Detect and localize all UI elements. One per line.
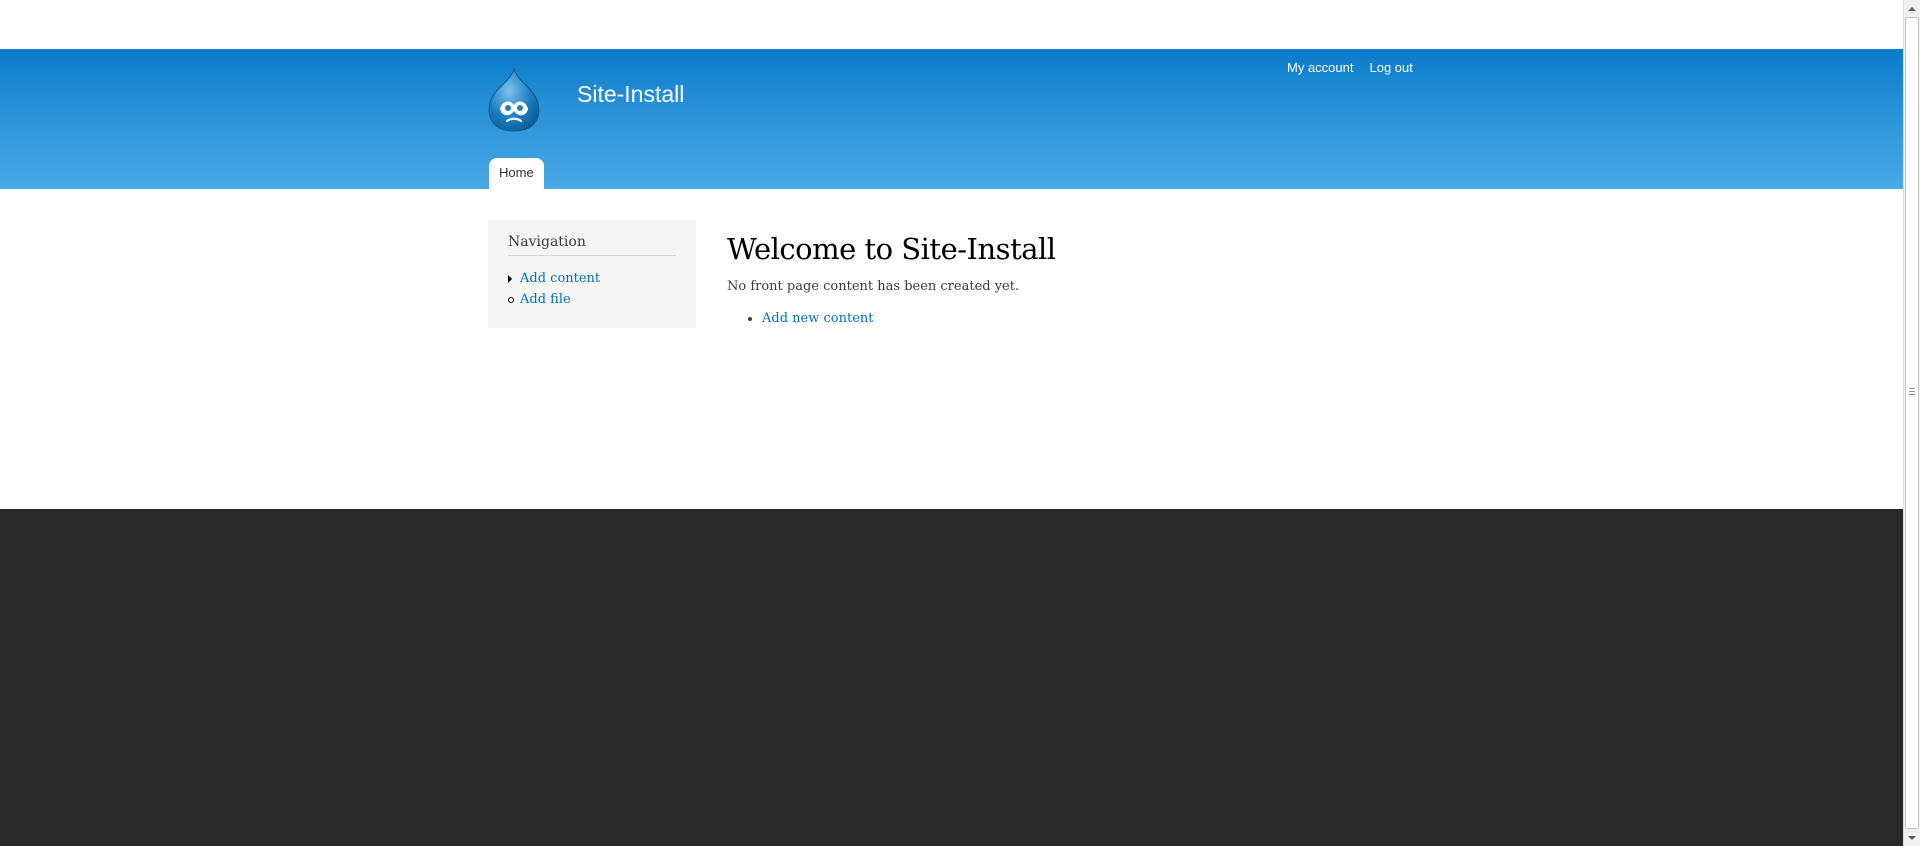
site-header: [0, 49, 1903, 189]
vertical-scrollbar[interactable]: [1903, 0, 1920, 846]
navigation-block: Navigation Add content Add file: [488, 220, 696, 328]
top-strip: [0, 0, 1903, 49]
navigation-menu: Add content Add file: [508, 268, 676, 310]
add-new-content-link[interactable]: Add new content: [762, 311, 873, 326]
navigation-block-title: Navigation: [508, 234, 676, 256]
main-content: Welcome to Site-Install No front page co…: [727, 232, 1427, 326]
scrollbar-thumb[interactable]: [1905, 17, 1919, 829]
grip-icon: [1909, 388, 1915, 397]
add-content-link[interactable]: Add content: [520, 271, 600, 286]
content-links-list: Add new content: [727, 311, 1427, 326]
leaf-circle-icon: [508, 297, 514, 303]
secondary-menu: My account Log out: [1287, 60, 1413, 75]
empty-front-page-message: No front page content has been created y…: [727, 279, 1020, 294]
page: Site-Install My account Log out Home Nav…: [0, 0, 1920, 846]
sidebar-item-add-file: Add file: [508, 289, 676, 310]
list-item: Add new content: [762, 311, 1427, 326]
my-account-link[interactable]: My account: [1287, 60, 1353, 75]
main-menu: Home: [489, 158, 544, 189]
scroll-up-arrow-icon[interactable]: [1904, 0, 1920, 17]
tab-home[interactable]: Home: [489, 158, 544, 189]
sidebar-item-add-content: Add content: [508, 268, 676, 289]
site-footer: [0, 509, 1903, 846]
drupal-logo-icon[interactable]: [483, 67, 545, 135]
scroll-down-arrow-icon[interactable]: [1904, 829, 1920, 846]
site-name-link[interactable]: Site-Install: [577, 81, 684, 108]
add-file-link[interactable]: Add file: [520, 292, 571, 307]
page-title: Welcome to Site-Install: [727, 232, 1056, 266]
collapsed-arrow-icon: [508, 275, 512, 283]
log-out-link[interactable]: Log out: [1369, 60, 1412, 75]
